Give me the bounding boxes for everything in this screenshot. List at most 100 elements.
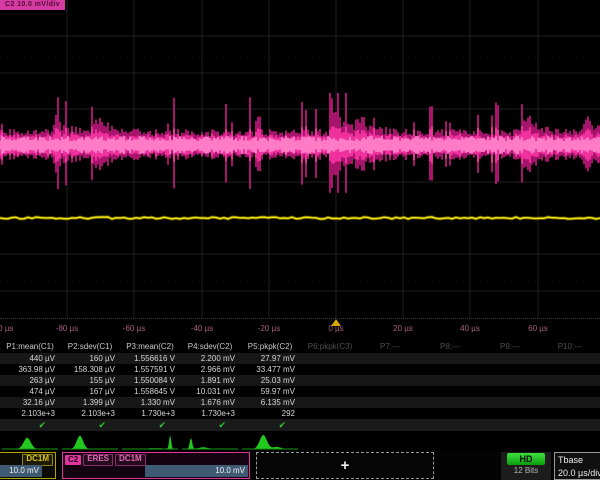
measure-header[interactable]: P8:--- [420, 341, 480, 353]
measure-header[interactable]: P6:pkpk(C3) [300, 341, 360, 353]
c2-descriptor-box[interactable]: C2 ERES DC1M 10.0 mV [62, 452, 250, 479]
measure-cell [420, 397, 480, 408]
measure-cell [300, 375, 360, 386]
measure-cell [300, 408, 360, 419]
time-tick-label: 60 µs [528, 324, 548, 333]
histicon-P5[interactable] [242, 432, 298, 452]
measure-header[interactable]: P9:--- [480, 341, 540, 353]
measure-cell [480, 353, 540, 364]
hd-bits-label: 12 Bits [501, 465, 551, 477]
measure-cell: 440 µV [0, 353, 60, 364]
time-tick-label: -20 µs [258, 324, 280, 333]
measure-cell: 1.891 mV [180, 375, 240, 386]
measure-cell: 2.966 mV [180, 364, 240, 375]
timebase-box[interactable]: Tbase 20.0 µs/div [554, 452, 600, 480]
c1-descriptor-box[interactable]: C1 DC1M 10.0 mV [0, 452, 56, 479]
measure-header-row: P1:mean(C1)P2:sdev(C1)P3:mean(C2)P4:sdev… [0, 341, 600, 353]
measure-cell [360, 353, 420, 364]
status-check-icon: ✔ [180, 419, 240, 431]
measure-cell [480, 397, 540, 408]
c2-channel-badge: C2 [65, 455, 81, 465]
measure-cell: 167 µV [60, 386, 120, 397]
measure-cell: 59.97 mV [240, 386, 300, 397]
measure-cell: 474 µV [0, 386, 60, 397]
measure-cell: 292 [240, 408, 300, 419]
measure-cell [420, 364, 480, 375]
measure-header[interactable]: P3:mean(C2) [120, 341, 180, 353]
active-trace-badge: C2 10.0 mV/div [0, 0, 65, 10]
measure-cell: 25.03 mV [240, 375, 300, 386]
measure-cell: 263 µV [0, 375, 60, 386]
measure-row: 363.98 µV158.308 µV1.557591 V2.966 mV33.… [0, 364, 600, 375]
timebase-scale: 20.0 µs/div [555, 466, 600, 479]
time-tick-label: 0 µs [328, 324, 343, 333]
measure-status-row: ✔✔✔✔✔ [0, 419, 600, 431]
histicon-P2[interactable] [62, 432, 118, 452]
measure-cell: 6.135 mV [240, 397, 300, 408]
c2-vertical-scale: 10.0 mV [145, 465, 248, 477]
histicon-P3[interactable] [122, 432, 178, 452]
time-tick-label: 40 µs [460, 324, 480, 333]
measure-cell [360, 397, 420, 408]
measure-cell: 1.330 mV [120, 397, 180, 408]
measure-row: 440 µV160 µV1.556616 V2.200 mV27.97 mV [0, 353, 600, 364]
time-axis: -100 µs-80 µs-60 µs-40 µs-20 µs0 µs20 µs… [0, 318, 600, 341]
measure-header[interactable]: P5:pkpk(C2) [240, 341, 300, 353]
time-tick-label: -80 µs [56, 324, 78, 333]
measure-table: P1:mean(C1)P2:sdev(C1)P3:mean(C2)P4:sdev… [0, 341, 600, 431]
measure-cell [480, 375, 540, 386]
measure-cell: 1.730e+3 [180, 408, 240, 419]
measure-cell: 2.200 mV [180, 353, 240, 364]
c1-vertical-scale: 10.0 mV [0, 465, 42, 477]
measure-cell: 1.556616 V [120, 353, 180, 364]
measure-header[interactable]: P10:--- [540, 341, 600, 353]
histicon-P4[interactable] [182, 432, 238, 452]
hd-mode-panel: HD 12 Bits [501, 452, 551, 480]
time-tick-label: 20 µs [393, 324, 413, 333]
measure-cell [420, 386, 480, 397]
measure-cell: 1.550084 V [120, 375, 180, 386]
status-check-icon: ✔ [0, 419, 60, 431]
measure-cell [540, 353, 600, 364]
measure-cell: 1.558645 V [120, 386, 180, 397]
measure-cell [420, 408, 480, 419]
measure-header[interactable]: P2:sdev(C1) [60, 341, 120, 353]
measure-row: 474 µV167 µV1.558645 V10.031 mV59.97 mV [0, 386, 600, 397]
measure-cell: 1.676 mV [180, 397, 240, 408]
measure-cell [540, 364, 600, 375]
measure-cell [540, 408, 600, 419]
measure-header[interactable]: P7:--- [360, 341, 420, 353]
measure-cell [300, 364, 360, 375]
status-check-icon [480, 419, 540, 431]
measure-cell: 155 µV [60, 375, 120, 386]
status-check-icon [360, 419, 420, 431]
histicon-P1[interactable] [2, 432, 58, 452]
measure-cell: 1.557591 V [120, 364, 180, 375]
measure-header[interactable]: P1:mean(C1) [0, 341, 60, 353]
measure-cell [360, 364, 420, 375]
measure-cell: 33.477 mV [240, 364, 300, 375]
measure-cell [540, 375, 600, 386]
status-check-icon [420, 419, 480, 431]
measure-header[interactable]: P4:sdev(C2) [180, 341, 240, 353]
measure-cell: 363.98 µV [0, 364, 60, 375]
measure-cell [300, 397, 360, 408]
status-check-icon: ✔ [240, 419, 300, 431]
add-trace-button[interactable]: + [256, 452, 434, 479]
measure-cell [360, 375, 420, 386]
plus-icon: + [341, 457, 350, 474]
waveform-grid: C2 10.0 mV/div [0, 0, 600, 318]
measure-cell: 1.399 µV [60, 397, 120, 408]
status-check-icon [540, 419, 600, 431]
measure-cell [300, 386, 360, 397]
time-tick-label: -60 µs [123, 324, 145, 333]
measure-row: 32.16 µV1.399 µV1.330 mV1.676 mV6.135 mV [0, 397, 600, 408]
status-check-icon: ✔ [60, 419, 120, 431]
measure-cell [300, 353, 360, 364]
measure-cell [480, 364, 540, 375]
measure-cell: 1.730e+3 [120, 408, 180, 419]
status-check-icon [300, 419, 360, 431]
time-tick-label: -40 µs [191, 324, 213, 333]
hd-badge: HD [507, 453, 545, 465]
measure-cell: 2.103e+3 [0, 408, 60, 419]
